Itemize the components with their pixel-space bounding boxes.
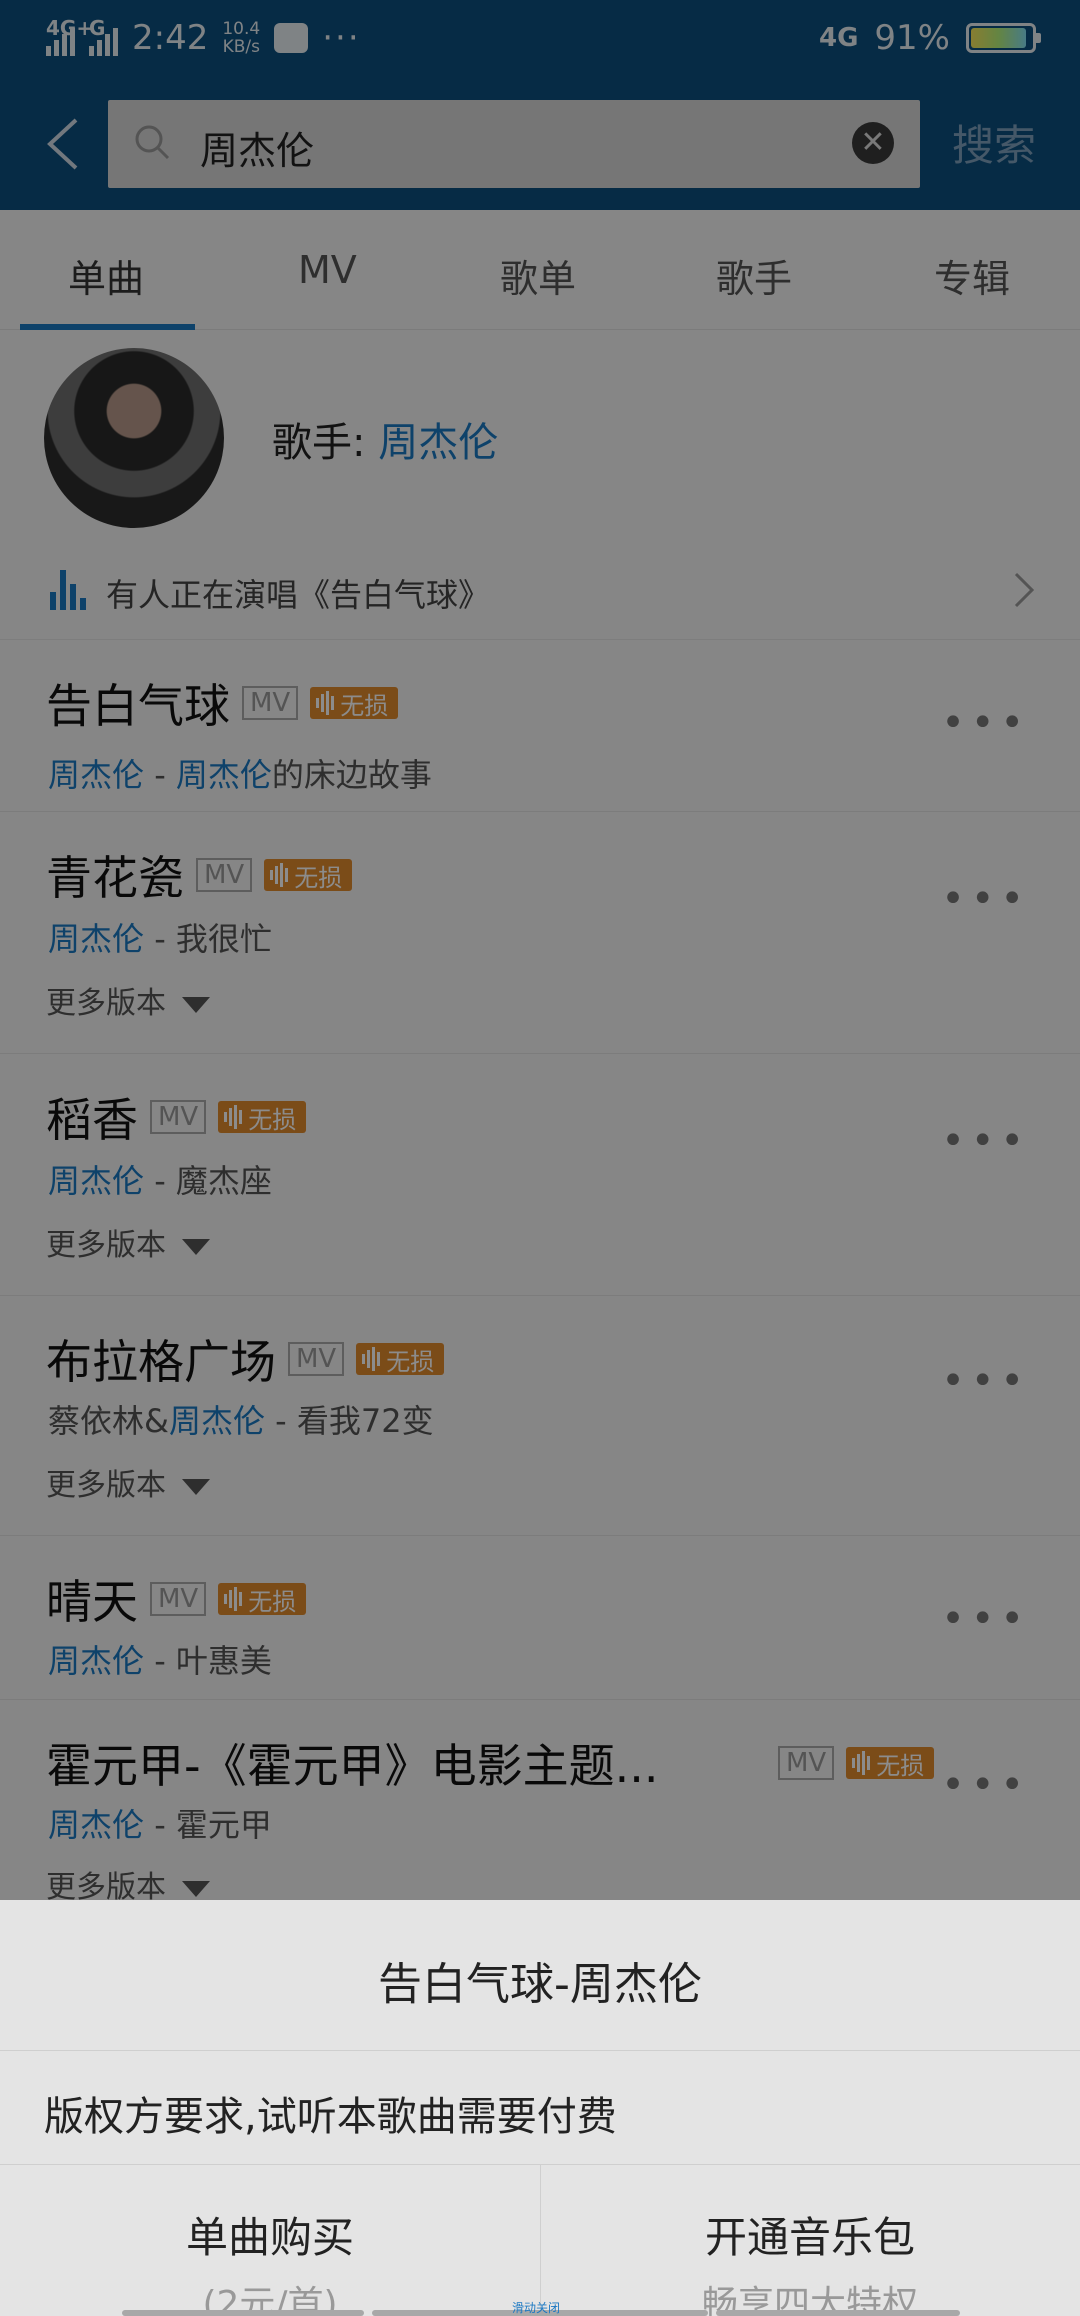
- music-pack-label: 开通音乐包: [704, 2213, 915, 2262]
- handle-label: 滑动关闭: [512, 2301, 561, 2315]
- buy-single-label: 单曲购买: [185, 2213, 354, 2262]
- nav-handle-left: [122, 2310, 364, 2316]
- modal-overlay[interactable]: [0, 0, 1080, 1900]
- divider: [0, 2050, 1080, 2051]
- music-pack-button[interactable]: 开通音乐包 畅享四大特权: [540, 2164, 1080, 2316]
- purchase-sheet: 告白气球-周杰伦 版权方要求,试听本歌曲需要付费 单曲购买 (2元/首) 开通音…: [0, 1900, 1080, 2316]
- buy-single-button[interactable]: 单曲购买 (2元/首): [0, 2164, 540, 2316]
- sheet-title: 告白气球-周杰伦: [378, 1959, 702, 2010]
- nav-handle-right: [716, 2310, 960, 2316]
- copyright-message: 版权方要求,试听本歌曲需要付费: [44, 2094, 617, 2140]
